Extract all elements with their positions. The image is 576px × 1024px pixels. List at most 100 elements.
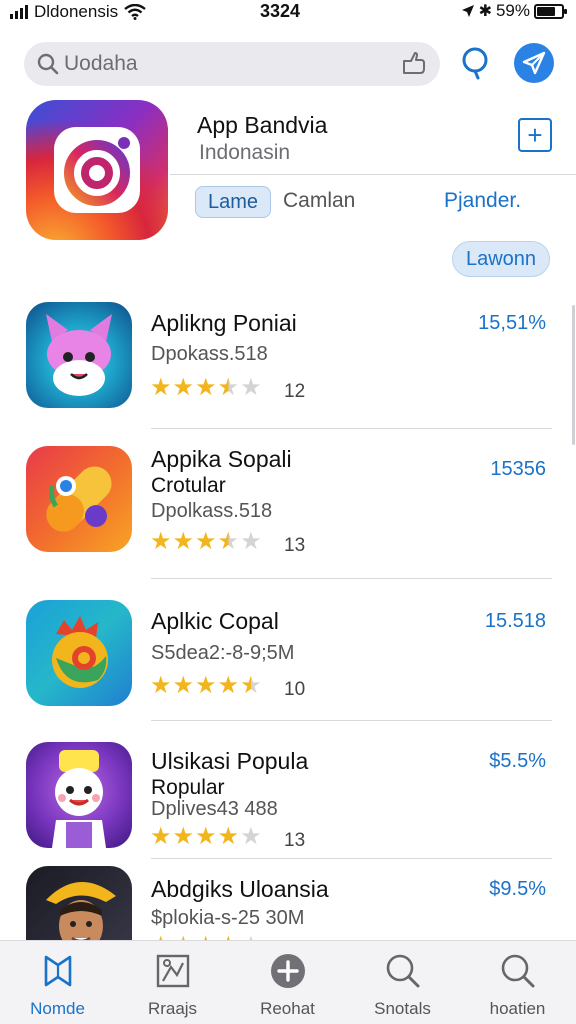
tab-label: Snotals xyxy=(374,999,431,1018)
bluetooth-icon: ✱ xyxy=(478,3,492,20)
search-button[interactable] xyxy=(456,43,496,83)
search-input[interactable] xyxy=(64,50,404,78)
star-icon: ★ xyxy=(217,672,240,699)
location-arrow-icon xyxy=(461,5,474,17)
app-meta: Dpolkass.518 xyxy=(151,500,273,522)
rating-stars: ★★★★★ xyxy=(150,530,262,554)
capsule-icon xyxy=(46,466,112,532)
search-icon xyxy=(386,954,420,988)
app-icon-character xyxy=(26,742,132,848)
featured-app-subtitle: Indonasin xyxy=(199,141,291,164)
tab-bar: Nomde Rraajs Reohat Snotals hoatien xyxy=(0,940,576,1024)
rating-count: 13 xyxy=(284,535,306,556)
tab-search-2[interactable]: hoatien xyxy=(460,941,575,1024)
app-name: Appika Sopali xyxy=(151,446,292,472)
rating-stars: ★★★★★ xyxy=(150,376,262,400)
star-icon: ★ xyxy=(195,672,217,699)
star-icon: ★ xyxy=(195,374,217,401)
tab-games[interactable]: Rraajs xyxy=(115,941,230,1024)
hand-icon[interactable] xyxy=(400,51,428,77)
app-meta: S5dea2:-8-9;5M xyxy=(151,642,295,664)
star-empty-icon: ★ xyxy=(240,823,262,850)
battery-percent: 59% xyxy=(495,1,530,20)
puzzle-icon xyxy=(156,954,190,988)
star-empty-icon: ★ xyxy=(240,528,262,555)
divider xyxy=(170,174,576,175)
star-icon: ★ xyxy=(195,528,217,555)
compose-button[interactable] xyxy=(514,43,554,83)
list-item[interactable]: Aplikng Poniai Dpokass.518 ★ ★ ★ ★ ★ 12 15,5… xyxy=(0,302,576,430)
app-name: Abdgiks Uloansia xyxy=(151,876,329,902)
app-price[interactable]: 15356 xyxy=(490,458,546,481)
app-icon-swirl xyxy=(26,600,132,706)
battery-icon xyxy=(534,3,567,19)
divider xyxy=(151,428,552,429)
star-icon: ★ xyxy=(150,823,172,850)
signal-icon xyxy=(10,5,28,19)
app-category: Crotular xyxy=(151,474,226,497)
app-price[interactable]: $5.5% xyxy=(489,750,546,773)
get-button[interactable]: Lawonn xyxy=(452,241,550,277)
star-icon: ★ xyxy=(150,528,172,555)
search-icon xyxy=(37,53,59,75)
carrier-label: Dldonensis xyxy=(34,2,119,21)
app-meta: $plokia-s-25 30M xyxy=(151,907,305,929)
app-price[interactable]: 15,51% xyxy=(478,312,546,335)
character-icon xyxy=(52,750,106,848)
app-name: Aplkic Copal xyxy=(151,608,279,634)
tab-label: Rraajs xyxy=(147,999,198,1018)
app-category: Ropular xyxy=(151,776,225,799)
segment-tab-2[interactable]: Camlan xyxy=(283,189,355,213)
segment-tab-1[interactable]: Lame xyxy=(195,186,271,218)
app-icon-capsule xyxy=(26,446,132,552)
tab-add[interactable]: Reohat xyxy=(230,941,345,1024)
person-icon xyxy=(46,881,116,940)
tab-label: Reohat xyxy=(260,999,315,1018)
star-icon: ★ xyxy=(172,374,195,401)
star-icon: ★ xyxy=(217,823,240,850)
search-bar[interactable] xyxy=(24,42,440,86)
rating-stars: ★★★★★ xyxy=(150,825,262,849)
app-name: Ulsikasi Popula xyxy=(151,748,309,774)
rating-stars: ★★★★★ xyxy=(150,674,262,698)
list-item[interactable]: Ulsikasi Popula Ropular Dplives43 488 ★ ★… xyxy=(0,742,576,860)
divider xyxy=(151,858,552,859)
camera-ring-icon xyxy=(64,137,130,206)
app-price[interactable]: $9.5% xyxy=(489,878,546,901)
star-half-icon: ★ xyxy=(217,374,240,401)
tab-label: Nomde xyxy=(30,999,85,1018)
star-icon: ★ xyxy=(195,823,217,850)
star-icon: ★ xyxy=(150,374,172,401)
list-item[interactable]: Appika Sopali Crotular Dpolkass.518 ★ ★ ★ ★… xyxy=(0,446,576,580)
rating-count: 13 xyxy=(284,830,306,851)
app-name: Aplikng Poniai xyxy=(151,310,297,336)
app-meta: Dpokass.518 xyxy=(151,343,268,365)
map-icon xyxy=(44,955,72,987)
app-meta: Dplives43 488 xyxy=(151,798,278,820)
add-button[interactable]: + xyxy=(518,118,552,152)
swirl-icon xyxy=(52,616,108,688)
divider xyxy=(151,578,552,579)
app-price[interactable]: 15.518 xyxy=(485,610,546,633)
star-icon: ★ xyxy=(150,672,172,699)
rating-count: 10 xyxy=(284,679,306,700)
plus-circle-icon xyxy=(271,954,305,988)
list-item[interactable]: Aplkic Copal S5dea2:-8-9;5M ★ ★ ★ ★ ★ 10 15.… xyxy=(0,598,576,722)
star-half-icon: ★ xyxy=(217,528,240,555)
status-bar: Dldonensis 3324 ✱ 59% xyxy=(0,0,576,24)
send-icon xyxy=(522,51,546,75)
wifi-icon xyxy=(124,4,146,20)
search-icon xyxy=(462,47,488,80)
tab-search[interactable]: Snotals xyxy=(345,941,460,1024)
star-icon: ★ xyxy=(172,528,195,555)
cat-mascot-icon xyxy=(46,314,112,396)
plus-icon: + xyxy=(527,120,543,150)
clock: 3324 xyxy=(260,1,301,21)
list-item[interactable]: Abdgiks Uloansia $plokia-s-25 30M ★★★★★ … xyxy=(0,866,576,940)
tab-home[interactable]: Nomde xyxy=(0,941,115,1024)
segment-tab-3[interactable]: Pjander. xyxy=(444,189,521,213)
star-icon: ★ xyxy=(172,672,195,699)
star-empty-icon: ★ xyxy=(240,374,262,401)
featured-app-icon[interactable] xyxy=(26,100,168,240)
app-icon-cat xyxy=(26,302,132,408)
